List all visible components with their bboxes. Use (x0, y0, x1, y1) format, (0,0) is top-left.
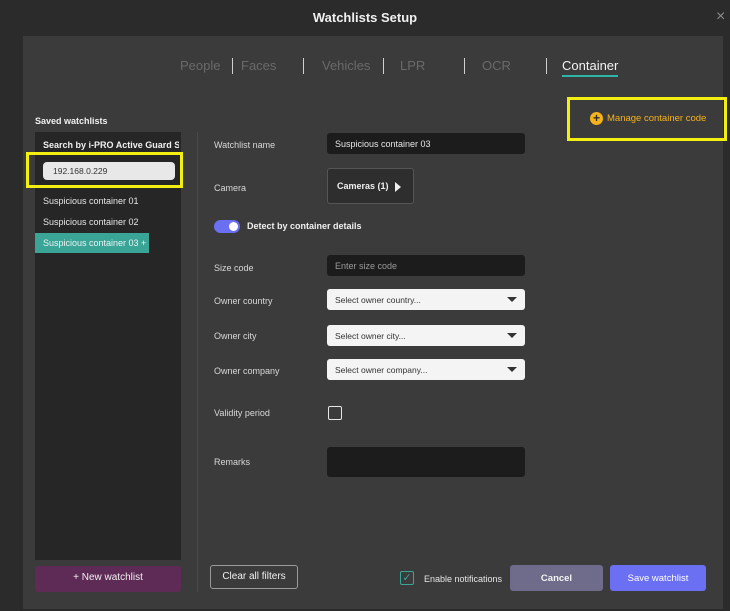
tab-people[interactable]: People (180, 58, 220, 73)
validity-period-checkbox[interactable] (328, 406, 342, 420)
cameras-button-label: Cameras (1) (337, 181, 389, 191)
manage-container-code-label: Manage container code (607, 113, 707, 125)
owner-city-select[interactable]: Select owner city... (327, 325, 525, 346)
owner-city-value: Select owner city... (335, 331, 406, 341)
tab-container[interactable]: Container (562, 58, 619, 77)
sidebar-header[interactable]: Search by i-PRO Active Guard Se... (43, 140, 179, 150)
tab-vehicles[interactable]: Vehicles (322, 58, 370, 73)
tab-lpr[interactable]: LPR (400, 58, 425, 73)
remarks-input[interactable] (327, 447, 525, 477)
toggle-knob (229, 222, 238, 231)
watchlist-item[interactable]: Suspicious container 01 (43, 196, 139, 206)
enable-notifications-checkbox[interactable]: ✓ (400, 571, 414, 585)
owner-country-select[interactable]: Select owner country... (327, 289, 525, 310)
detect-by-container-toggle[interactable] (214, 220, 240, 233)
clear-all-filters-button[interactable]: Clear all filters (210, 565, 298, 589)
size-code-label: Size code (214, 263, 254, 273)
chevron-down-icon (507, 333, 517, 338)
tab-separator (303, 58, 304, 74)
enable-notifications-label: Enable notifications (424, 574, 503, 584)
window-title: Watchlists Setup (312, 10, 418, 25)
tab-bar: People Faces Vehicles LPR OCR Container (23, 58, 723, 80)
remarks-label: Remarks (214, 457, 251, 467)
watchlist-name-label: Watchlist name (214, 140, 276, 150)
title-bar: Watchlists Setup × (0, 0, 730, 36)
tab-ocr[interactable]: OCR (482, 58, 511, 73)
detect-by-container-label: Detect by container details (247, 221, 362, 231)
owner-company-select[interactable]: Select owner company... (327, 359, 525, 380)
play-arrow-icon (394, 181, 401, 192)
new-watchlist-button[interactable]: + New watchlist (35, 566, 181, 592)
owner-city-label: Owner city (214, 331, 257, 341)
chevron-down-icon (507, 367, 517, 372)
owner-country-label: Owner country (214, 296, 273, 306)
ip-address-highlight (26, 152, 183, 188)
watchlist-item[interactable]: Suspicious container 02 (43, 217, 139, 227)
plus-circle-icon: + (590, 112, 603, 125)
validity-period-label: Validity period (214, 408, 270, 418)
tab-faces[interactable]: Faces (241, 58, 276, 73)
owner-country-value: Select owner country... (335, 295, 421, 305)
manage-container-code-button[interactable]: + Manage container code (590, 112, 706, 125)
tab-separator (232, 58, 233, 74)
close-icon[interactable]: × (716, 8, 730, 26)
cameras-button[interactable]: Cameras (1) (327, 168, 414, 204)
save-watchlist-button[interactable]: Save watchlist (610, 565, 706, 591)
size-code-input[interactable]: Enter size code (327, 255, 525, 276)
cancel-button[interactable]: Cancel (510, 565, 603, 591)
tab-separator (383, 58, 384, 74)
panel-divider (197, 132, 198, 592)
owner-company-value: Select owner company... (335, 365, 428, 375)
tab-separator (464, 58, 465, 74)
saved-watchlists-title: Saved watchlists (35, 116, 108, 126)
owner-company-label: Owner company (214, 366, 280, 376)
manage-container-code-highlight: + Manage container code (567, 97, 727, 141)
saved-watchlists-panel: Search by i-PRO Active Guard Se... 192.1… (35, 132, 181, 560)
watchlist-name-input[interactable]: Suspicious container 03 (327, 133, 525, 154)
tab-separator (546, 58, 547, 74)
camera-label: Camera (214, 183, 247, 193)
watchlist-item-selected[interactable]: Suspicious container 03 + (35, 233, 149, 253)
chevron-down-icon (507, 297, 517, 302)
